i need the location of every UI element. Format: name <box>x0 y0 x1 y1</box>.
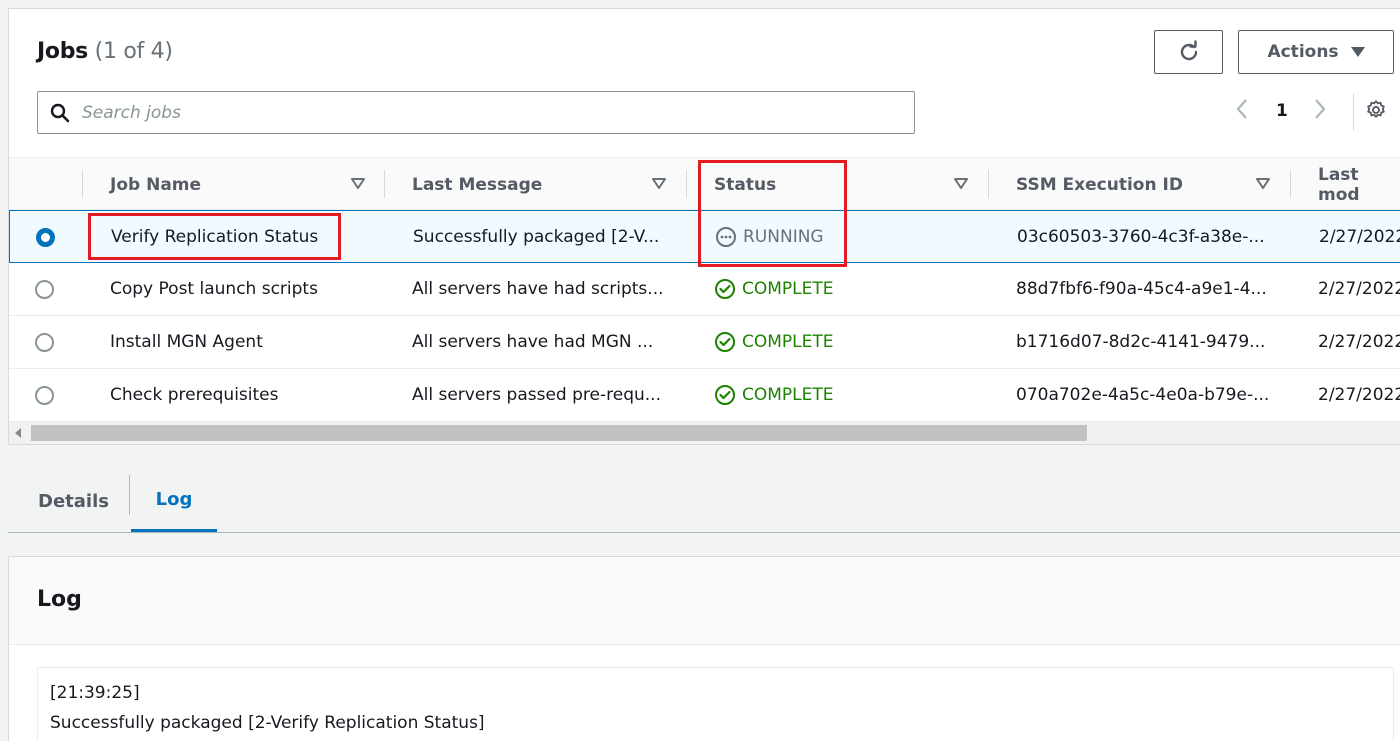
job-name-cell: Copy Post launch scripts <box>110 279 318 299</box>
caret-down-icon <box>1350 47 1365 57</box>
jobs-count: (1 of 4) <box>94 39 173 64</box>
ssm-execution-id-cell: 070a702e-4a5c-4e0a-b79e-... <box>1016 385 1270 405</box>
column-separator <box>82 170 83 198</box>
last-message-cell: All servers have had MGN ... <box>412 332 654 352</box>
last-modified-cell: 2/27/2022 <box>1318 332 1400 352</box>
last-modified-cell: 2/27/2022 <box>1318 279 1400 299</box>
column-header-last-message[interactable]: Last Message <box>412 158 542 211</box>
preferences-button[interactable] <box>1365 99 1387 121</box>
previous-page-button[interactable] <box>1234 97 1250 121</box>
log-message: Successfully packaged [2-Verify Replicat… <box>50 713 485 733</box>
sort-icon[interactable] <box>1256 176 1270 190</box>
search-icon <box>50 103 70 122</box>
status-cell: COMPLETE <box>714 263 834 315</box>
next-page-button[interactable] <box>1312 97 1328 121</box>
tab-divider <box>129 475 130 515</box>
log-timestamp: [21:39:25] <box>50 683 140 703</box>
job-name-cell: Install MGN Agent <box>110 332 263 352</box>
ssm-execution-id-cell: 03c60503-3760-4c3f-a38e-... <box>1017 227 1265 247</box>
horizontal-scrollbar[interactable] <box>9 422 1400 444</box>
ssm-execution-id-cell: 88d7fbf6-f90a-45c4-a9e1-4... <box>1016 279 1267 299</box>
row-radio[interactable] <box>35 333 54 352</box>
last-message-cell: Successfully packaged [2-V... <box>413 227 660 247</box>
column-separator <box>1290 170 1291 198</box>
check-circle-icon <box>715 332 735 352</box>
log-title: Log <box>37 587 82 612</box>
sort-icon[interactable] <box>351 176 365 190</box>
pager-divider <box>1353 93 1354 131</box>
scrollbar-thumb[interactable] <box>31 425 1087 441</box>
tab-details[interactable]: Details <box>38 470 109 532</box>
status-cell: COMPLETE <box>714 369 834 421</box>
tab-log[interactable]: Log <box>131 470 217 532</box>
column-header-ssm-execution-id[interactable]: SSM Execution ID <box>1016 158 1183 211</box>
ssm-execution-id-cell: b1716d07-8d2c-4141-9479... <box>1016 332 1266 352</box>
last-modified-cell: 2/27/2022 <box>1319 227 1400 247</box>
tab-bar: Details Log <box>8 470 1400 533</box>
table-row[interactable]: Check prerequisites All servers passed p… <box>9 369 1400 422</box>
last-message-cell: All servers have had scripts... <box>412 279 664 299</box>
refresh-icon <box>1180 40 1197 61</box>
row-radio[interactable] <box>36 228 55 247</box>
log-header: Log <box>9 557 1400 645</box>
refresh-button[interactable] <box>1154 30 1223 74</box>
status-badge: COMPLETE <box>742 279 834 299</box>
current-page[interactable]: 1 <box>1276 101 1288 121</box>
status-badge: COMPLETE <box>742 332 834 352</box>
highlight-status <box>698 160 847 267</box>
status-badge: COMPLETE <box>742 385 834 405</box>
chevron-left-icon <box>1236 99 1247 119</box>
check-circle-icon <box>715 279 735 299</box>
page-title: Jobs (1 of 4) <box>37 39 173 64</box>
column-separator <box>384 170 385 198</box>
gear-icon <box>1367 100 1385 118</box>
log-panel: Log [21:39:25] Successfully packaged [2-… <box>8 556 1400 741</box>
actions-label: Actions <box>1267 42 1339 62</box>
log-output: [21:39:25] Successfully packaged [2-Veri… <box>37 667 1394 741</box>
check-circle-icon <box>715 385 735 405</box>
highlight-job-name <box>88 213 341 260</box>
sort-icon[interactable] <box>652 176 666 190</box>
column-header-job-name[interactable]: Job Name <box>110 158 201 211</box>
row-radio[interactable] <box>35 386 54 405</box>
column-separator <box>686 170 687 198</box>
job-name-cell: Check prerequisites <box>110 385 279 405</box>
table-row[interactable]: Copy Post launch scripts All servers hav… <box>9 263 1400 316</box>
status-cell: COMPLETE <box>714 316 834 368</box>
scroll-left-arrow-icon[interactable] <box>15 428 21 438</box>
column-separator <box>988 170 989 198</box>
column-header-last-modified[interactable]: Last mod <box>1318 158 1400 211</box>
sort-icon[interactable] <box>954 176 968 190</box>
last-modified-cell: 2/27/2022 <box>1318 385 1400 405</box>
search-box <box>37 91 915 134</box>
jobs-title: Jobs <box>37 39 88 64</box>
chevron-right-icon <box>1315 99 1326 119</box>
actions-button[interactable]: Actions <box>1238 30 1394 74</box>
table-row[interactable]: Install MGN Agent All servers have had M… <box>9 316 1400 369</box>
jobs-panel: Jobs (1 of 4) Actions 1 Job Name <box>8 8 1400 445</box>
row-radio[interactable] <box>35 280 54 299</box>
last-message-cell: All servers passed pre-requ... <box>412 385 661 405</box>
search-input[interactable] <box>82 102 882 123</box>
